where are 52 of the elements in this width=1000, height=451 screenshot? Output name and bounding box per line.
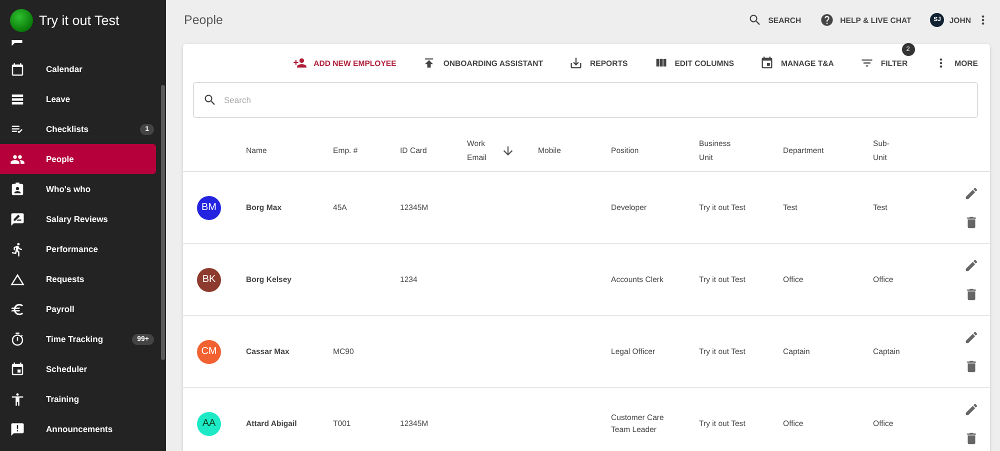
trash-icon [964, 214, 979, 230]
edit-icon [964, 402, 979, 416]
trash-icon [964, 286, 979, 302]
avatar: AA [197, 412, 221, 436]
review-icon [10, 212, 25, 226]
avatar: BM [197, 196, 221, 220]
add-person-icon [292, 56, 307, 70]
search-icon [748, 13, 762, 27]
sidebar-item[interactable]: Calendar [0, 54, 156, 84]
announcement-icon [10, 422, 25, 436]
sidebar-item[interactable]: Announcements [0, 414, 156, 444]
trash-icon [964, 430, 979, 446]
calendar-icon [760, 56, 774, 70]
delete-button[interactable] [964, 358, 979, 374]
sidebar-item[interactable]: Leave [0, 84, 156, 114]
sidebar-item[interactable]: Training [0, 384, 156, 414]
delete-button[interactable] [964, 286, 979, 302]
triangle-icon [10, 272, 25, 286]
sidebar-item[interactable]: Requests [0, 264, 156, 294]
edit-button[interactable] [964, 186, 979, 200]
sort-arrow-icon [501, 144, 515, 158]
sidebar-item[interactable]: People [0, 144, 156, 174]
sidebar-item[interactable]: Performance [0, 234, 156, 264]
euro-icon [10, 302, 25, 316]
calendar-icon [10, 362, 25, 376]
person-icon [10, 392, 25, 406]
edit-button[interactable] [964, 330, 979, 344]
edit-button[interactable] [964, 258, 979, 272]
search-field[interactable]: Search [193, 82, 978, 118]
sidebar-item[interactable]: Scheduler [0, 354, 156, 384]
list-icon [10, 92, 25, 106]
stopwatch-icon [10, 332, 25, 346]
edit-icon [964, 258, 979, 272]
delete-button[interactable] [964, 214, 979, 230]
avatar: CM [197, 340, 221, 364]
edit-button[interactable] [964, 402, 979, 416]
edit-icon [964, 330, 979, 344]
trash-icon [964, 358, 979, 374]
edit-icon [964, 186, 979, 200]
delete-button[interactable] [964, 430, 979, 446]
contact-card-icon [10, 182, 25, 196]
help-icon [820, 13, 834, 27]
logo-icon [10, 8, 33, 32]
download-icon [568, 56, 583, 70]
avatar: BK [197, 268, 221, 292]
sidebar-item[interactable]: Who's who [0, 174, 156, 204]
running-person-icon [10, 242, 25, 256]
page-title: People [184, 13, 224, 27]
sidebar-item[interactable]: Payroll [0, 294, 156, 324]
app-title: Try it out Test [39, 12, 120, 28]
calendar-icon [10, 62, 25, 76]
sidebar-item[interactable]: Salary Reviews [0, 204, 156, 234]
